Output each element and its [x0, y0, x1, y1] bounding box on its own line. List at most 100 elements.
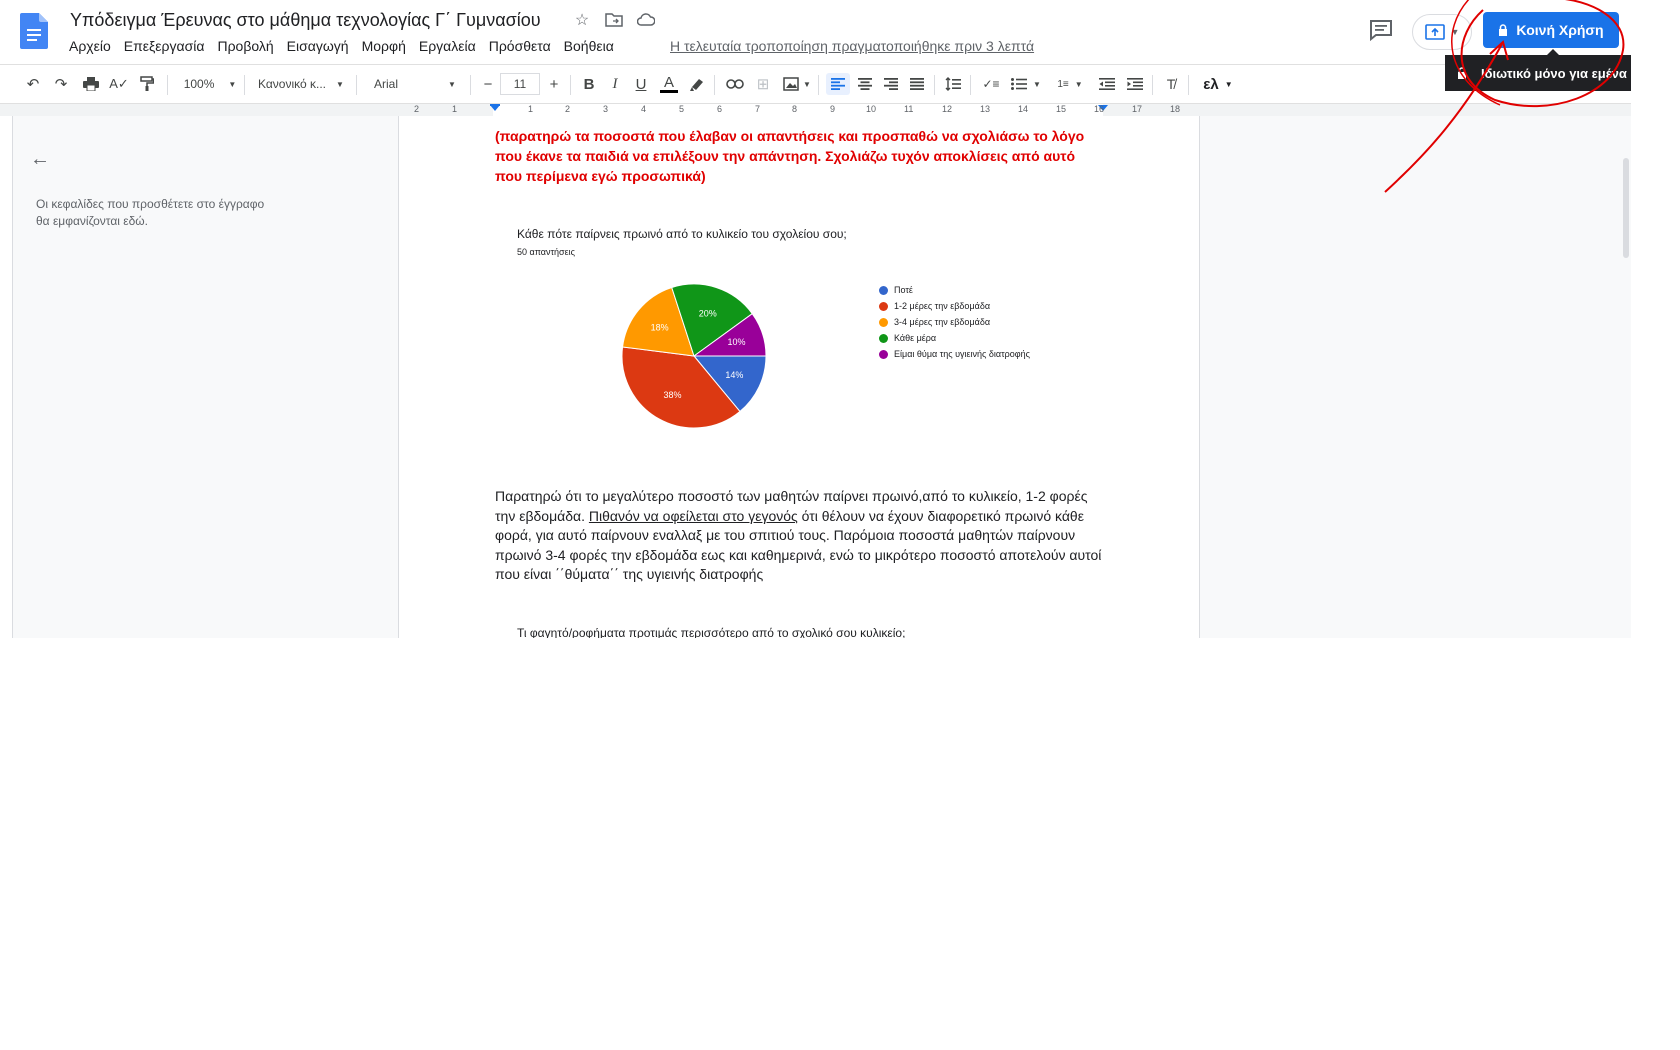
decrease-indent-icon[interactable]: [1096, 73, 1118, 95]
ruler-mark: 11: [904, 104, 914, 114]
underline-icon[interactable]: U: [630, 73, 652, 95]
vertical-scrollbar[interactable]: [1623, 158, 1629, 258]
font-size-input[interactable]: 11: [500, 73, 540, 95]
red-instruction-paragraph: (παρατηρώ τα ποσοστά που έλαβαν οι απαντ…: [495, 128, 1085, 184]
menu-view[interactable]: Προβολή: [217, 38, 273, 54]
ruler-mark: 9: [830, 104, 836, 114]
align-center-icon[interactable]: [854, 73, 876, 95]
insert-image-icon[interactable]: ▼: [780, 73, 814, 95]
horizontal-ruler[interactable]: 2 1 1 2 3 4 5 6 7 8 9 10 11 12 13 14 15 …: [398, 104, 1198, 116]
cloud-saved-icon[interactable]: [636, 10, 656, 30]
pie-slice-label: 10%: [727, 337, 745, 347]
legend-label: 1-2 μέρες την εβδομάδα: [894, 301, 991, 311]
ruler-mark: 1: [528, 104, 534, 114]
increase-font-size-button[interactable]: +: [544, 73, 564, 95]
body-paragraph: Παρατηρώ ότι το μεγαλύτερο ποσοστό των μ…: [495, 487, 1105, 585]
ruler-mark: 13: [980, 104, 991, 114]
pie-slice-label: 20%: [699, 309, 717, 319]
legend-item: Ποτέ: [879, 282, 1030, 298]
menu-bar: Αρχείο Επεξεργασία Προβολή Εισαγωγή Μορφ…: [69, 38, 627, 54]
pie-chart[interactable]: 14% 38% 18% 20% 10%: [617, 279, 771, 433]
ruler-mark: 12: [942, 104, 953, 114]
chevron-down-icon: ▼: [1224, 79, 1233, 89]
spellcheck-icon[interactable]: A✓: [108, 73, 130, 95]
chevron-down-icon: ▼: [448, 79, 456, 89]
ruler-mark: 10: [866, 104, 877, 114]
zoom-select[interactable]: 100% ▼: [180, 73, 240, 95]
body-underlined-text: Πιθανόν να οφείλεται στο γεγονός: [588, 507, 798, 524]
legend-label: Κάθε μέρα: [894, 333, 937, 343]
ruler-mark: 1: [452, 104, 458, 114]
menu-format[interactable]: Μορφή: [362, 38, 406, 54]
ruler-mark: 7: [755, 104, 761, 114]
italic-icon[interactable]: I: [604, 73, 626, 95]
legend-swatch: [879, 333, 888, 343]
outline-panel-edge: [0, 116, 13, 638]
font-select[interactable]: Arial ▼: [374, 73, 466, 95]
justify-icon[interactable]: [906, 73, 928, 95]
legend-swatch: [879, 301, 888, 311]
lock-icon: [1458, 67, 1466, 79]
menu-help[interactable]: Βοήθεια: [564, 38, 614, 54]
last-edit-link[interactable]: Η τελευταία τροποποίηση πραγματοποιήθηκε…: [670, 38, 1034, 54]
line-spacing-icon[interactable]: [942, 73, 964, 95]
align-right-icon[interactable]: [880, 73, 902, 95]
ruler-mark: 2: [414, 104, 420, 114]
numbered-list-icon[interactable]: 1≡ ▼: [1052, 73, 1088, 95]
ruler-mark: 8: [792, 104, 798, 114]
align-left-icon[interactable]: [826, 73, 850, 95]
ruler-mark: 4: [641, 104, 647, 114]
present-button[interactable]: ▼: [1412, 14, 1472, 50]
checklist-icon[interactable]: ✓≡: [980, 73, 1002, 95]
text-color-icon[interactable]: A: [658, 73, 680, 95]
lock-icon: [1499, 24, 1508, 36]
present-icon: [1424, 24, 1445, 40]
paint-format-icon[interactable]: [136, 73, 158, 95]
legend-label: 3-4 μέρες την εβδομάδα: [894, 317, 991, 327]
document-title[interactable]: Υπόδειγμα Έρευνας στο μάθημα τεχνολογίας…: [70, 10, 541, 31]
add-comment-icon[interactable]: ⊞: [752, 73, 774, 95]
menu-file[interactable]: Αρχείο: [69, 38, 111, 54]
outline-placeholder: Οι κεφαλίδες που προσθέτετε στο έγγραφο …: [36, 197, 265, 228]
chart-subtitle: 50 απαντήσεις: [517, 247, 575, 257]
ruler-mark: 6: [717, 104, 723, 114]
comments-icon[interactable]: [1368, 18, 1394, 42]
clear-formatting-icon[interactable]: T̸: [1160, 73, 1182, 95]
ruler-mark: 3: [603, 104, 609, 114]
input-tool-label: ελ: [1203, 75, 1219, 93]
paragraph-style-select[interactable]: Κανονικό κ... ▼: [258, 73, 350, 95]
legend-swatch: [879, 285, 888, 295]
pie-slice-label: 14%: [725, 370, 743, 380]
legend-swatch: [879, 317, 888, 327]
next-chart-title: Τι φαγητό/ροφήματα προτιμάς περισσότερο …: [517, 626, 906, 638]
docs-logo-icon[interactable]: [20, 13, 48, 49]
decrease-font-size-button[interactable]: −: [478, 73, 498, 95]
close-outline-arrow-icon[interactable]: ←: [30, 148, 50, 171]
menu-insert[interactable]: Εισαγωγή: [287, 38, 349, 54]
bold-icon[interactable]: B: [578, 73, 600, 95]
share-button[interactable]: Κοινή Χρήση: [1483, 12, 1619, 48]
bulleted-list-icon[interactable]: ▼: [1008, 73, 1044, 95]
app-header: Υπόδειγμα Έρευνας στο μάθημα τεχνολογίας…: [0, 0, 1631, 64]
highlight-icon[interactable]: [686, 73, 708, 95]
undo-icon[interactable]: ↶: [22, 73, 44, 95]
increase-indent-icon[interactable]: [1124, 73, 1146, 95]
ruler-mark: 16: [1094, 104, 1105, 114]
menu-edit[interactable]: Επεξεργασία: [124, 38, 205, 54]
chevron-down-icon: ▼: [1450, 27, 1460, 37]
zoom-value: 100%: [183, 77, 215, 91]
docs-window: Υπόδειγμα Έρευνας στο μάθημα τεχνολογίας…: [0, 0, 1631, 638]
chart-legend: Ποτέ 1-2 μέρες την εβδομάδα 3-4 μέρες την …: [879, 282, 1030, 362]
font-value: Arial: [374, 77, 399, 91]
star-icon[interactable]: ☆: [572, 10, 592, 30]
input-tools-button[interactable]: ελ ▼: [1198, 73, 1238, 95]
link-icon[interactable]: [724, 73, 746, 95]
move-folder-icon[interactable]: [604, 10, 624, 30]
menu-addons[interactable]: Πρόσθετα: [489, 38, 551, 54]
legend-item: Κάθε μέρα: [879, 330, 1030, 346]
document-page[interactable]: (παρατηρώ τα ποσοστά που έλαβαν οι απαντ…: [398, 116, 1200, 638]
ruler-mark: 17: [1132, 104, 1143, 114]
redo-icon[interactable]: ↷: [50, 73, 72, 95]
menu-tools[interactable]: Εργαλεία: [419, 38, 476, 54]
print-icon[interactable]: [80, 73, 102, 95]
